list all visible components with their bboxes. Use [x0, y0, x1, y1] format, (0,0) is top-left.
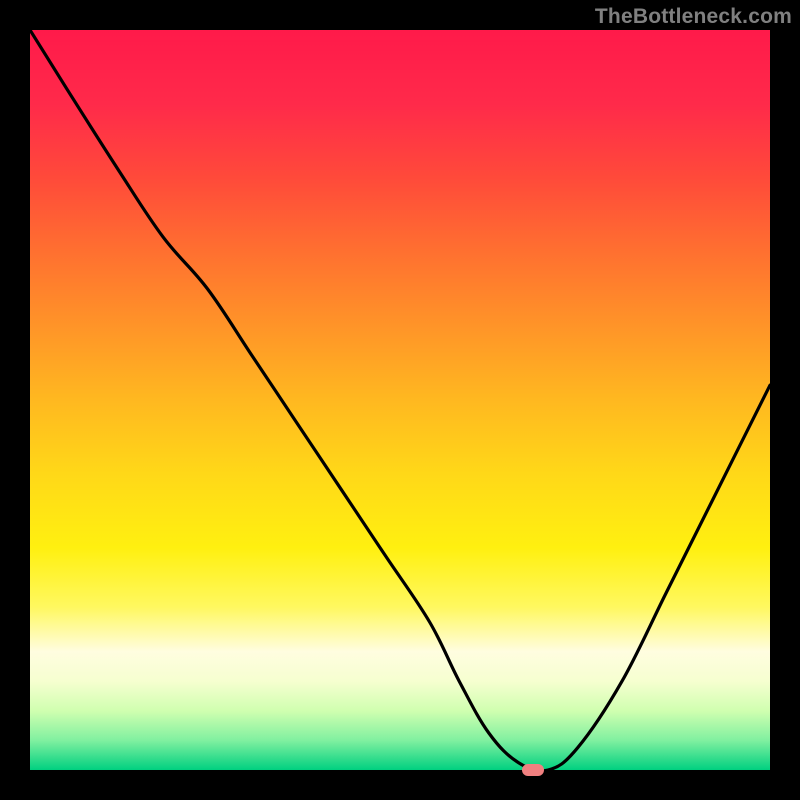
- watermark-label: TheBottleneck.com: [595, 5, 792, 29]
- plot-gradient-background: [30, 30, 770, 770]
- chart-container: TheBottleneck.com: [0, 0, 800, 800]
